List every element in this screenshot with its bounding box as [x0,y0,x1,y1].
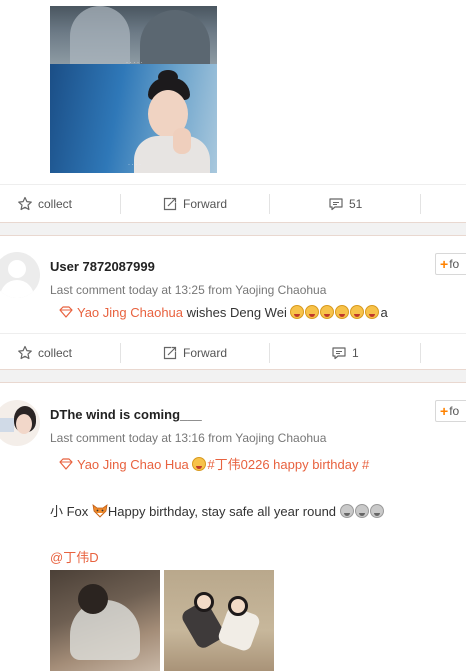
post-text: wishes Deng Wei [186,305,287,320]
follow-label: fo [449,257,460,271]
image-figure [70,600,140,660]
crying-emoji-icon [305,305,320,319]
follow-label: fo [449,404,460,418]
avatar[interactable] [0,252,40,298]
username[interactable]: DThe wind is coming___ [50,407,202,422]
crying-emoji-icon [365,305,380,319]
collect-label: collect [38,346,73,360]
crying-emoji-icon [320,305,335,319]
image-figure [78,584,108,614]
emoji-group [339,504,385,519]
hashtag-link[interactable]: #丁伟0226 happy birthday # [207,457,369,472]
action-bar: collect Forward 51 [0,184,466,222]
crying-emoji-icon [369,504,384,518]
forward-button[interactable]: Forward [162,334,227,372]
forward-icon [162,345,178,361]
avatar-image [0,418,14,432]
fox-emoji-icon [92,504,108,521]
follow-button[interactable]: + fo [435,253,466,275]
image-caption: · · · · · [126,60,143,66]
post-text: Happy birthday, stay safe all year round [107,504,337,519]
topic-link[interactable]: Yao Jing Chao Hua [77,457,189,472]
action-bar: collect Forward 1 [0,333,466,371]
comment-count: 1 [352,346,359,360]
post-image-thumbnail[interactable] [164,570,274,671]
comment-button[interactable]: 1 [331,334,359,372]
image-caption: · · · · [128,162,141,168]
collect-button[interactable]: collect [17,334,72,372]
star-icon [17,345,33,361]
avatar-placeholder [8,260,26,278]
image-figure [140,10,210,64]
plus-icon: + [440,256,449,272]
follow-button[interactable]: + fo [435,400,466,422]
comment-count: 51 [349,197,363,211]
topic-icon [59,306,73,318]
post-image[interactable]: · · · · · · · · · [50,6,217,173]
comment-icon [331,345,347,361]
post-meta: Last comment today at 13:25 from Yaojing… [50,283,327,297]
divider [120,343,121,363]
crying-emoji-icon [290,305,305,319]
image-figure [134,136,210,173]
divider [420,194,421,214]
topic-link[interactable]: Yao Jing Chaohua [77,305,183,320]
topic-line: Yao Jing Chao Hua #丁伟0226 happy birthday… [59,454,369,473]
image-figure [228,596,248,616]
emoji-group [290,305,380,320]
crying-emoji-icon [192,457,207,471]
image-figure [194,592,214,612]
avatar-image [16,414,32,434]
image-top-panel [50,6,217,64]
forward-button[interactable]: Forward [162,185,227,223]
crying-emoji-icon [354,504,369,518]
feed-separator [0,369,466,383]
post-body: 小 Fox Happy birthday, stay safe all year… [50,501,385,521]
divider [269,343,270,363]
post-meta: Last comment today at 13:16 from Yaojing… [50,431,327,445]
star-icon [17,196,33,212]
topic-icon [59,458,73,470]
image-figure [173,128,191,154]
image-figure [70,6,130,64]
username[interactable]: User 7872087999 [50,259,155,274]
post-text-tail: a [380,305,388,320]
plus-icon: + [440,403,449,419]
collect-label: collect [38,197,73,211]
divider [269,194,270,214]
crying-emoji-icon [339,504,354,518]
image-bottom-panel: · · · · · · · · · [50,60,217,173]
feed-separator [0,222,466,236]
comment-icon [328,196,344,212]
crying-emoji-icon [335,305,350,319]
crying-emoji-icon [350,305,365,319]
mention-link[interactable]: @丁伟D [50,547,99,566]
forward-label: Forward [183,197,228,211]
comment-button[interactable]: 51 [328,185,362,223]
collect-button[interactable]: collect [17,185,72,223]
post-image-thumbnail[interactable] [50,570,160,671]
divider [120,194,121,214]
avatar-placeholder [0,280,34,298]
post-text: 小 Fox [50,504,89,519]
avatar[interactable] [0,400,40,446]
divider [420,343,421,363]
forward-icon [162,196,178,212]
forward-label: Forward [183,346,228,360]
post-content: Yao Jing Chaohua wishes Deng Wei a [59,305,388,320]
